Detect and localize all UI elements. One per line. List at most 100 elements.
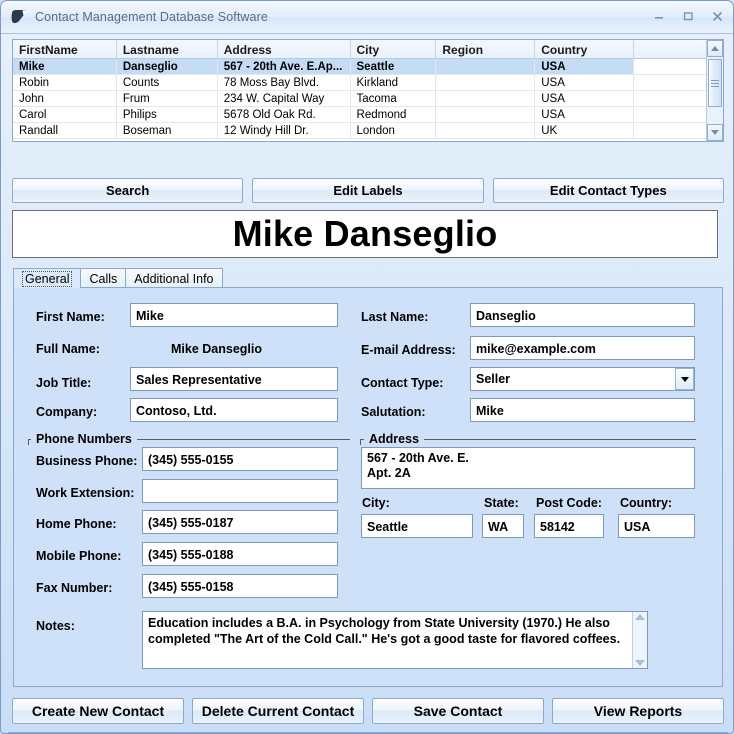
notes-label: Notes: [36,619,75,633]
full-name-value: Mike Danseglio [171,342,262,356]
table-cell-city[interactable]: Seattle [351,59,437,74]
table-row[interactable]: CarolPhilips5678 Old Oak Rd.Redmond USA [13,107,706,123]
post-code-field[interactable]: 58142 [534,514,604,538]
contact-name-banner: Mike Danseglio [12,210,718,258]
state-field[interactable]: WA [482,514,524,538]
table-cell-region[interactable] [436,59,535,74]
client-area: FirstName Lastname Address City Region C… [1,34,733,734]
work-extension-field[interactable] [142,479,338,503]
tab-calls[interactable]: Calls [80,268,126,288]
table-cell-region[interactable] [436,107,535,122]
last-name-field[interactable]: Danseglio [470,303,695,327]
chevron-down-icon[interactable] [675,368,694,390]
street-address-field[interactable]: 567 - 20th Ave. E. Apt. 2A [361,447,695,489]
scroll-down-icon[interactable] [707,124,723,141]
home-phone-field[interactable]: (345) 555-0187 [142,510,338,534]
view-reports-button[interactable]: View Reports [552,698,724,724]
table-cell-lastname[interactable]: Boseman [117,123,218,138]
country-label: Country: [620,496,672,510]
table-cell-extra[interactable] [634,91,706,106]
tab-general[interactable]: General [13,268,81,288]
table-cell-city[interactable]: Kirkland [351,75,437,90]
contact-type-dropdown[interactable]: Seller [470,367,695,391]
general-tab-panel: First Name: Mike Full Name: Mike Dansegl… [13,287,723,687]
tab-additional-info[interactable]: Additional Info [125,268,222,288]
city-label: City: [362,496,390,510]
table-cell-address[interactable]: 567 - 20th Ave. E.Ap... [218,59,351,74]
home-phone-label: Home Phone: [36,517,117,531]
table-cell-region[interactable] [436,123,535,138]
table-row[interactable]: RobinCounts78 Moss Bay Blvd.Kirkland USA [13,75,706,91]
create-new-contact-button[interactable]: Create New Contact [12,698,184,724]
notes-field[interactable]: Education includes a B.A. in Psychology … [142,611,648,669]
table-cell-firstname[interactable]: Carol [13,107,117,122]
table-cell-lastname[interactable]: Counts [117,75,218,90]
grid-column-header-city[interactable]: City [351,40,437,58]
fax-field[interactable]: (345) 555-0158 [142,574,338,598]
table-cell-address[interactable]: 5678 Old Oak Rd. [218,107,351,122]
delete-current-contact-button[interactable]: Delete Current Contact [192,698,364,724]
grid-column-header-lastname[interactable]: Lastname [117,40,218,58]
table-cell-city[interactable]: Tacoma [351,91,437,106]
table-cell-country[interactable]: USA [535,91,634,106]
table-cell-firstname[interactable]: Robin [13,75,117,90]
grid-column-header-address[interactable]: Address [218,40,351,58]
first-name-field[interactable]: Mike [130,303,338,327]
scrollbar-thumb[interactable] [708,59,722,107]
table-cell-lastname[interactable]: Frum [117,91,218,106]
table-cell-country[interactable]: UK [535,123,634,138]
search-button[interactable]: Search [12,178,243,203]
tab-general-label: General [22,271,72,287]
email-field[interactable]: mike@example.com [470,336,695,360]
table-row[interactable]: JohnFrum234 W. Capital WayTacoma USA [13,91,706,107]
city-field[interactable]: Seattle [361,514,473,538]
salutation-field[interactable]: Mike [470,398,695,422]
notes-vertical-scrollbar[interactable] [632,612,647,668]
table-cell-country[interactable]: USA [535,59,634,74]
table-cell-address[interactable]: 234 W. Capital Way [218,91,351,106]
table-cell-lastname[interactable]: Danseglio [117,59,218,74]
country-field[interactable]: USA [618,514,695,538]
save-contact-button[interactable]: Save Contact [372,698,544,724]
table-cell-extra[interactable] [634,123,706,138]
edit-labels-button[interactable]: Edit Labels [252,178,483,203]
grid-vertical-scrollbar[interactable] [706,40,723,141]
top-action-bar: Search Edit Labels Edit Contact Types [12,178,724,203]
table-cell-extra[interactable] [634,107,706,122]
table-cell-extra[interactable] [634,75,706,90]
table-cell-address[interactable]: 12 Windy Hill Dr. [218,123,351,138]
table-cell-city[interactable]: Redmond [351,107,437,122]
grid-column-header-region[interactable]: Region [436,40,535,58]
notes-scroll-up-icon[interactable] [635,614,645,620]
contacts-grid[interactable]: FirstName Lastname Address City Region C… [12,39,724,142]
table-row[interactable]: MikeDanseglio567 - 20th Ave. E.Ap...Seat… [13,59,706,75]
close-button[interactable] [709,8,725,24]
grid-column-header-extra[interactable] [634,40,706,58]
mobile-phone-field[interactable]: (345) 555-0188 [142,542,338,566]
scrollbar-track[interactable] [707,57,723,124]
table-cell-address[interactable]: 78 Moss Bay Blvd. [218,75,351,90]
grid-column-header-firstname[interactable]: FirstName [13,40,117,58]
table-cell-region[interactable] [436,91,535,106]
notes-text[interactable]: Education includes a B.A. in Psychology … [143,612,632,668]
table-cell-region[interactable] [436,75,535,90]
table-cell-firstname[interactable]: Mike [13,59,117,74]
table-cell-extra[interactable] [634,59,706,74]
business-phone-field[interactable]: (345) 555-0155 [142,447,338,471]
edit-contact-types-button[interactable]: Edit Contact Types [493,178,724,203]
table-cell-country[interactable]: USA [535,75,634,90]
company-field[interactable]: Contoso, Ltd. [130,398,338,422]
table-cell-lastname[interactable]: Philips [117,107,218,122]
job-title-field[interactable]: Sales Representative [130,367,338,391]
table-cell-country[interactable]: USA [535,107,634,122]
table-cell-city[interactable]: London [351,123,437,138]
maximize-button[interactable] [680,8,696,24]
table-cell-firstname[interactable]: John [13,91,117,106]
table-cell-firstname[interactable]: Randall [13,123,117,138]
scroll-up-icon[interactable] [707,40,723,57]
minimize-button[interactable] [651,8,667,24]
email-label: E-mail Address: [361,343,456,357]
notes-scroll-down-icon[interactable] [635,660,645,666]
grid-column-header-country[interactable]: Country [535,40,634,58]
table-row[interactable]: RandallBoseman12 Windy Hill Dr.London UK [13,123,706,139]
